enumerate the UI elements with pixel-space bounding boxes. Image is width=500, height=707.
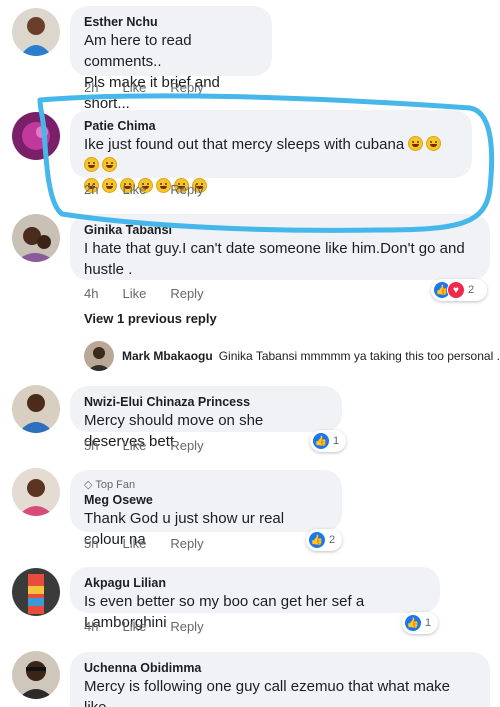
avatar-esther[interactable] <box>12 8 60 56</box>
like-button[interactable]: Like <box>122 536 146 551</box>
reply-preview[interactable]: Mark Mbakaogu Ginika Tabansi mmmmm ya tak… <box>122 349 500 363</box>
grinning-face-icon <box>426 136 442 151</box>
like-button[interactable]: Like <box>122 619 146 634</box>
comment-bubble-ginika: Ginika Tabansi I hate that guy.I can't d… <box>70 214 490 280</box>
reaction-count: 2 <box>329 534 336 546</box>
grinning-face-icon <box>408 136 424 151</box>
comment-bubble-uchenna: Uchenna Obidimma Mercy is following one … <box>70 652 490 707</box>
comment-time: 4h <box>84 619 99 634</box>
comment-actions: 4h Like Reply <box>84 619 228 635</box>
grinning-face-icon <box>84 157 99 172</box>
diamond-icon: ◇ <box>84 479 93 491</box>
thumbs-up-icon: 👍 <box>312 432 330 450</box>
avatar-uchenna[interactable] <box>12 651 60 699</box>
comment-author[interactable]: Meg Osewe <box>84 492 328 508</box>
reply-button[interactable]: Reply <box>170 536 203 551</box>
avatar-ginika[interactable] <box>12 214 60 262</box>
reaction-summary[interactable]: 👍 2 <box>306 529 342 551</box>
comment-author[interactable]: Esther Nchu <box>84 14 258 30</box>
comment-author[interactable]: Akpagu Lilian <box>84 575 426 591</box>
comment-author[interactable]: Nwizi-Elui Chinaza Princess <box>84 394 328 410</box>
reply-button[interactable]: Reply <box>170 438 203 453</box>
reply-button[interactable]: Reply <box>170 286 203 301</box>
grinning-face-icon <box>102 157 117 172</box>
comment-bubble-akpagu: Akpagu Lilian Is even better so my boo c… <box>70 567 440 631</box>
comment-bubble-esther: Esther Nchu Am here to read comments.. P… <box>70 6 272 112</box>
comment-time: 4h <box>84 286 99 301</box>
comment-bubble-nwizi: Nwizi-Elui Chinaza Princess Mercy should… <box>70 386 342 450</box>
reply-button[interactable]: Reply <box>170 80 203 95</box>
comment-bubble-patie: Patie Chima Ike just found out that merc… <box>70 110 472 193</box>
reply-button[interactable]: Reply <box>170 619 203 634</box>
avatar-meg[interactable] <box>12 468 60 516</box>
comment-text: Am here to read comments.. Pls make it b… <box>84 32 220 112</box>
like-button[interactable]: Like <box>122 286 146 301</box>
reaction-summary[interactable]: 👍 1 <box>310 430 346 452</box>
comment-time: 5h <box>84 536 99 551</box>
comment-time: 2h <box>84 80 99 95</box>
thumbs-up-icon: 👍 <box>308 531 326 549</box>
comments-page: Esther Nchu Am here to read comments.. P… <box>0 0 500 707</box>
comment-actions: 2h Like Reply <box>84 80 228 96</box>
comment-text: Mercy is following one guy call ezemuo t… <box>84 678 451 707</box>
reply-author[interactable]: Mark Mbakaogu <box>122 349 213 363</box>
comment-actions: 2h Like Reply <box>84 182 228 198</box>
reaction-count: 1 <box>425 617 432 629</box>
avatar-mark[interactable] <box>84 341 114 371</box>
heart-icon: ♥ <box>447 281 465 299</box>
comment-actions: 5h Like Reply <box>84 438 228 454</box>
comment-actions: 5h Like Reply <box>84 536 228 552</box>
top-fan-label: Top Fan <box>95 479 136 491</box>
comment-author[interactable]: Uchenna Obidimma <box>84 660 476 676</box>
reaction-count: 1 <box>333 435 340 447</box>
reaction-count: 2 <box>468 284 475 296</box>
thumbs-up-icon: 👍 <box>404 614 422 632</box>
like-button[interactable]: Like <box>122 182 146 197</box>
reaction-summary[interactable]: 👍 1 <box>402 612 438 634</box>
avatar-nwizi[interactable] <box>12 385 60 433</box>
like-button[interactable]: Like <box>122 438 146 453</box>
comment-bubble-meg: ◇ Top Fan Meg Osewe Thank God u just sho… <box>70 470 342 548</box>
comment-actions: 4h Like Reply <box>84 286 228 302</box>
top-fan-badge: ◇ Top Fan <box>84 478 328 492</box>
comment-author[interactable]: Ginika Tabansi <box>84 222 476 238</box>
comment-text: I hate that guy.I can't date someone lik… <box>84 240 465 278</box>
comment-text-content: Ike just found out that mercy sleeps wit… <box>84 136 405 153</box>
reply-button[interactable]: Reply <box>170 182 203 197</box>
reaction-summary[interactable]: 👍 ♥ 2 <box>431 279 487 301</box>
comment-time: 5h <box>84 438 99 453</box>
view-previous-replies-link[interactable]: View 1 previous reply <box>84 311 217 326</box>
comment-author[interactable]: Patie Chima <box>84 118 458 134</box>
reply-text: Ginika Tabansi mmmmm ya taking this too … <box>218 349 500 363</box>
avatar-patie[interactable] <box>12 112 60 160</box>
avatar-akpagu[interactable] <box>12 568 60 616</box>
comment-time: 2h <box>84 182 99 197</box>
like-button[interactable]: Like <box>122 80 146 95</box>
